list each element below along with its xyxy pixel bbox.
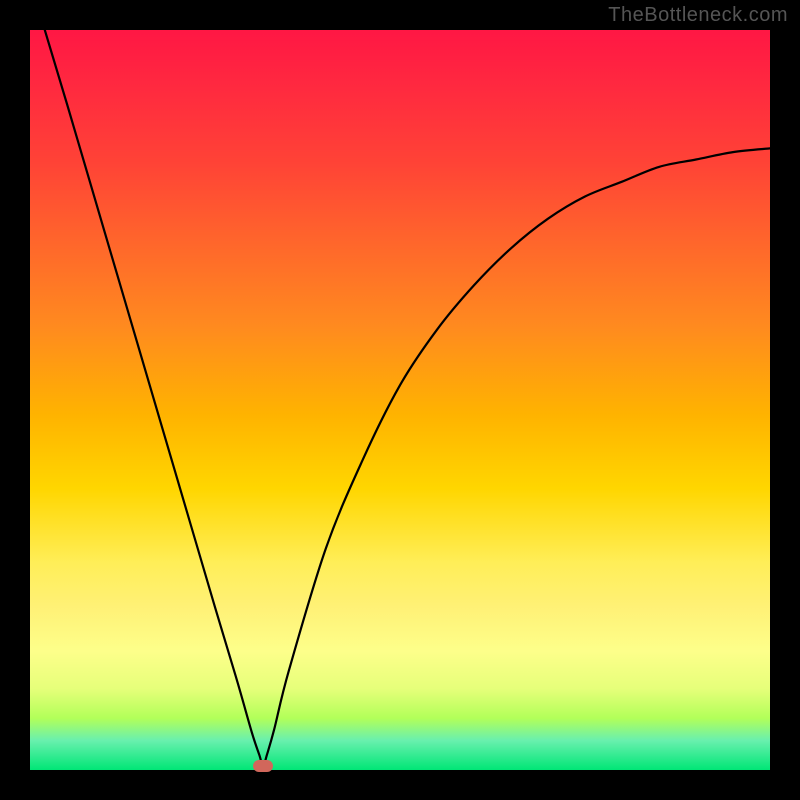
chart-frame: TheBottleneck.com xyxy=(0,0,800,800)
watermark-text: TheBottleneck.com xyxy=(608,4,788,27)
optimum-marker xyxy=(253,760,273,772)
plot-area xyxy=(30,30,770,770)
bottleneck-curve xyxy=(45,30,770,766)
curve-svg xyxy=(30,30,770,770)
